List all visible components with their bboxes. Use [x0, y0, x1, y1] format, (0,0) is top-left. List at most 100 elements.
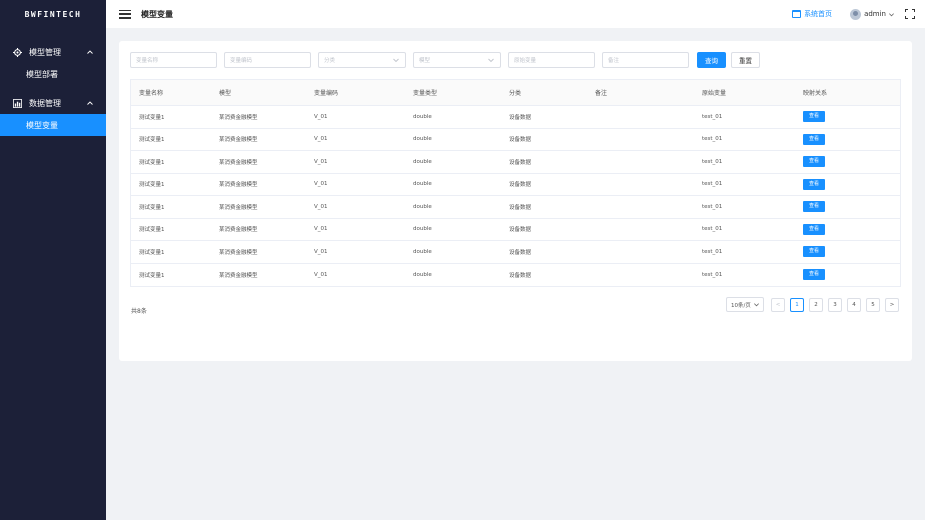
table-cell: V_01	[314, 158, 328, 165]
view-mapping-button[interactable]: 查看	[803, 111, 826, 123]
table-cell: test_01	[702, 158, 723, 165]
table-cell: 测试变量1	[139, 249, 165, 256]
table-row: 测试变量1 某消费金融模型 V_01 double 设备数据 test_01 查看	[131, 219, 900, 241]
page-size-select[interactable]: 10条/页	[726, 297, 764, 312]
table-cell: 某消费金融模型	[219, 182, 258, 189]
table-cell: 测试变量1	[139, 272, 165, 279]
table-row: 测试变量1 某消费金融模型 V_01 double 设备数据 test_01 查看	[131, 151, 900, 174]
table-row: 测试变量1 某消费金融模型 V_01 double 设备数据 test_01 查看	[131, 196, 900, 219]
table-cell: double	[413, 226, 432, 233]
view-mapping-button[interactable]: 查看	[803, 269, 826, 281]
table-cell: 设备数据	[509, 249, 532, 256]
table-cell: 测试变量1	[139, 159, 165, 166]
table-cell: 某消费金融模型	[219, 159, 258, 166]
query-button[interactable]: 查询	[697, 52, 726, 68]
category-select[interactable]: 分类	[318, 52, 406, 68]
bar-chart-icon	[11, 98, 23, 108]
view-mapping-button[interactable]: 查看	[803, 133, 826, 145]
menu-group-data-management[interactable]: 数据管理	[0, 92, 106, 114]
table-row: 测试变量1 某消费金融模型 V_01 double 设备数据 test_01 查看	[131, 174, 900, 196]
view-mapping-button[interactable]: 查看	[803, 223, 826, 235]
sidebar-item-model-variables[interactable]: 模型变量	[0, 114, 106, 136]
fullscreen-icon[interactable]	[905, 9, 915, 19]
column-header: 模型	[219, 90, 232, 97]
category-placeholder: 分类	[324, 58, 336, 64]
chevron-down-icon	[488, 58, 494, 63]
next-page-button[interactable]: >	[885, 298, 899, 312]
avatar	[850, 8, 862, 20]
menu-group-model-management[interactable]: 模型管理	[0, 41, 106, 63]
column-header: 变量编码	[314, 90, 339, 97]
raw-var-placeholder: 原始变量	[514, 58, 537, 64]
view-mapping-button[interactable]: 查看	[803, 156, 826, 168]
table-cell: V_01	[314, 203, 328, 210]
view-mapping-button[interactable]: 查看	[803, 201, 826, 213]
table-cell: V_01	[314, 113, 328, 120]
table-cell: test_01	[702, 136, 723, 143]
remark-input[interactable]: 备注	[602, 52, 689, 68]
table-cell-actions: 查看	[795, 178, 900, 190]
table-header: 变量名称 模型 变量编码 变量类型 分类 备注 原始变量 映射关系	[131, 80, 900, 106]
table-cell: V_01	[314, 181, 328, 188]
table-cell: V_01	[314, 248, 328, 255]
sidebar: BWFINTECH 模型管理 模型部署 数据管理 模型变量	[0, 0, 106, 520]
sidebar-item-model-deploy[interactable]: 模型部署	[0, 63, 106, 85]
page-title: 模型变量	[141, 9, 173, 19]
table-cell: double	[413, 158, 432, 165]
var-name-input[interactable]: 变量名称	[130, 52, 217, 68]
table-cell: 测试变量1	[139, 137, 165, 144]
column-header: 映射关系	[803, 90, 828, 97]
settings-gear-icon	[11, 47, 23, 57]
menu-group-label: 数据管理	[29, 98, 61, 108]
chevron-down-icon	[393, 58, 399, 63]
column-header: 原始变量	[702, 90, 727, 97]
remark-placeholder: 备注	[608, 58, 620, 64]
model-select[interactable]: 模型	[413, 52, 501, 68]
table-cell: 某消费金融模型	[219, 204, 258, 211]
column-header: 变量名称	[139, 90, 164, 97]
page-button-3[interactable]: 3	[828, 298, 842, 312]
table-cell: double	[413, 136, 432, 143]
table-cell: 设备数据	[509, 204, 532, 211]
model-placeholder: 模型	[419, 58, 431, 64]
page-button-1[interactable]: 1	[790, 298, 804, 312]
menu-toggle-icon[interactable]	[119, 9, 131, 19]
table-cell: 某消费金融模型	[219, 114, 258, 121]
table-cell: 测试变量1	[139, 182, 165, 189]
table-cell-actions: 查看	[795, 201, 900, 213]
table-row: 测试变量1 某消费金融模型 V_01 double 设备数据 test_01 查看	[131, 241, 900, 264]
content-card: 变量名称 变量编码 分类 模型 原始变量 备注 查询 重置 变量名称 模型 变量…	[119, 41, 912, 361]
page-button-5[interactable]: 5	[866, 298, 880, 312]
column-header: 分类	[509, 90, 522, 97]
home-link[interactable]: 系统首页	[792, 9, 832, 19]
view-mapping-button[interactable]: 查看	[803, 246, 826, 258]
page-button-4[interactable]: 4	[847, 298, 861, 312]
table-cell: double	[413, 248, 432, 255]
table-cell: 某消费金融模型	[219, 249, 258, 256]
column-header: 变量类型	[413, 90, 438, 97]
chevron-down-icon	[754, 303, 759, 307]
chevron-down-icon	[889, 12, 894, 16]
table-cell: test_01	[702, 203, 723, 210]
table-cell-actions: 查看	[795, 133, 900, 145]
table-cell: 某消费金融模型	[219, 137, 258, 144]
username: admin	[864, 10, 886, 18]
table-cell: 测试变量1	[139, 204, 165, 211]
prev-page-button[interactable]: <	[771, 298, 785, 312]
table-cell: 设备数据	[509, 159, 532, 166]
table-cell: 某消费金融模型	[219, 272, 258, 279]
table-row: 测试变量1 某消费金融模型 V_01 double 设备数据 test_01 查看	[131, 106, 900, 129]
var-code-input[interactable]: 变量编码	[224, 52, 311, 68]
page-button-2[interactable]: 2	[809, 298, 823, 312]
chevron-up-icon	[87, 101, 93, 105]
user-menu[interactable]: admin	[850, 8, 895, 20]
raw-var-input[interactable]: 原始变量	[508, 52, 595, 68]
chevron-up-icon	[87, 50, 93, 54]
table-cell: test_01	[702, 248, 723, 255]
table-cell-actions: 查看	[795, 269, 900, 281]
reset-button[interactable]: 重置	[731, 52, 760, 68]
var-name-placeholder: 变量名称	[136, 58, 159, 64]
view-mapping-button[interactable]: 查看	[803, 178, 826, 190]
table-cell: V_01	[314, 136, 328, 143]
menu-group-label: 模型管理	[29, 47, 61, 57]
